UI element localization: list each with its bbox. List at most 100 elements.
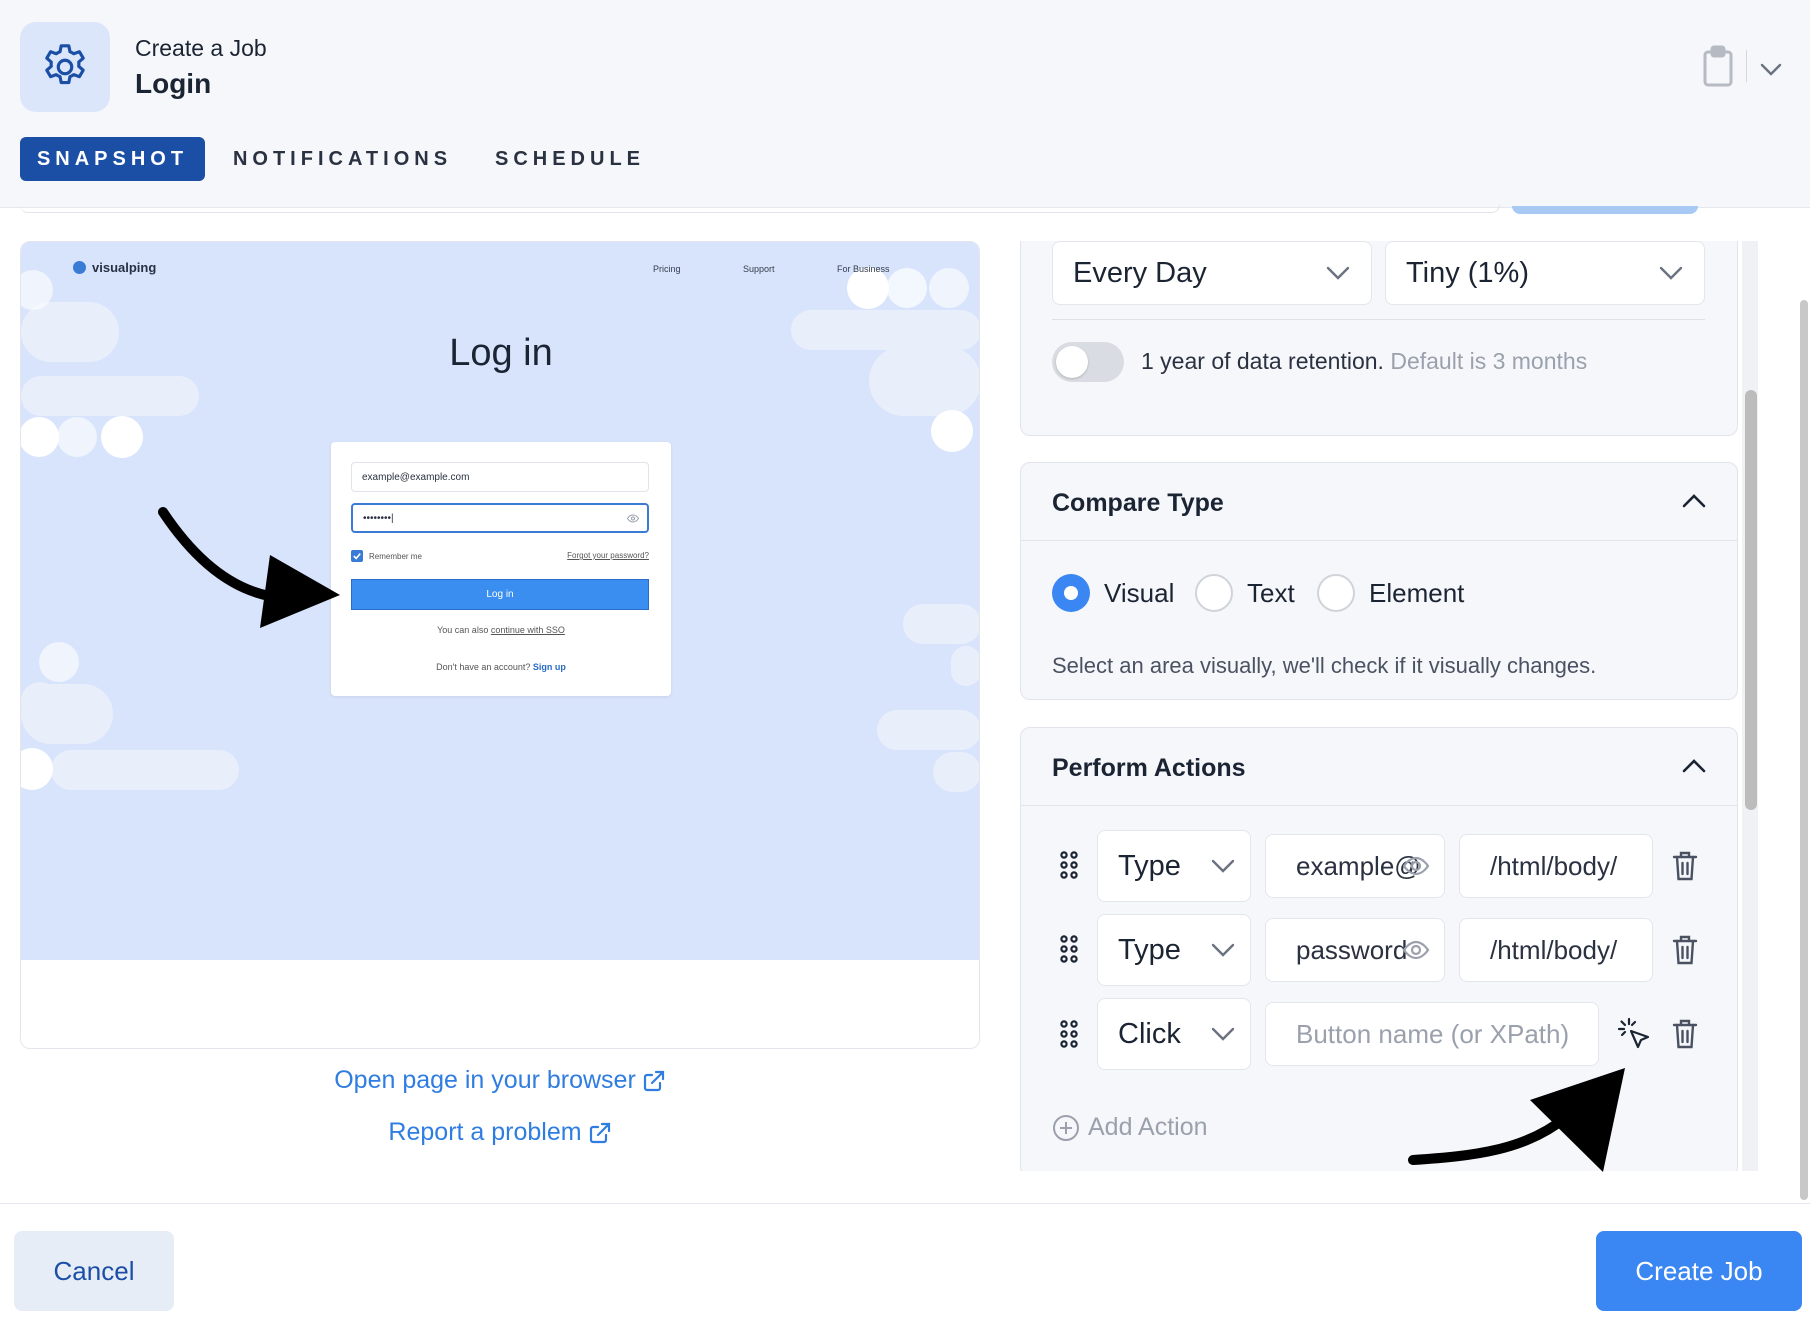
- create-job-button[interactable]: Create Job: [1596, 1231, 1802, 1311]
- action-value-input[interactable]: example@: [1265, 834, 1445, 898]
- compare-type-title: Compare Type: [1052, 489, 1224, 517]
- snapshot-preview[interactable]: visualping Pricing Support For Business …: [20, 241, 980, 1049]
- chevron-down-icon: [1211, 943, 1235, 957]
- preview-nav-pricing: Pricing: [653, 264, 681, 274]
- action-type-select[interactable]: Type: [1097, 830, 1251, 902]
- action-xpath-input[interactable]: /html/body/: [1459, 918, 1653, 982]
- button-edge: [1512, 206, 1698, 214]
- sensitivity-select[interactable]: Tiny (1%): [1385, 241, 1705, 305]
- cloud-dot: [21, 417, 59, 457]
- preview-password-value: ••••••••|: [363, 512, 394, 524]
- chevron-down-icon: [1760, 63, 1782, 76]
- cloud-dot: [39, 642, 79, 682]
- preview-signup-text: Don't have an account? Sign up: [331, 662, 671, 672]
- panel-scrollbar-thumb[interactable]: [1745, 390, 1757, 810]
- visualping-logo-icon: [73, 261, 86, 274]
- preview-login-button: Log in: [351, 579, 649, 610]
- element-picker-icon[interactable]: [1613, 1013, 1653, 1053]
- radio-unselected-icon: [1195, 574, 1233, 612]
- cancel-button[interactable]: Cancel: [14, 1231, 174, 1311]
- clipboard-button[interactable]: [1700, 44, 1736, 88]
- header-divider: [1746, 50, 1747, 82]
- page-scrollbar-thumb[interactable]: [1800, 300, 1808, 1200]
- cloud-shape: [51, 750, 239, 790]
- drag-handle-icon[interactable]: [1059, 1020, 1079, 1048]
- drag-handle-icon[interactable]: [1059, 935, 1079, 963]
- cloud-shape: [21, 684, 113, 744]
- settings-divider: [1052, 319, 1705, 320]
- action-button-name-input[interactable]: Button name (or XPath): [1265, 1002, 1599, 1066]
- tab-snapshot[interactable]: SNAPSHOT: [20, 137, 205, 181]
- trash-icon[interactable]: [1671, 934, 1699, 966]
- open-page-label: Open page in your browser: [334, 1066, 636, 1094]
- cloud-shape: [903, 604, 979, 644]
- trash-icon[interactable]: [1671, 850, 1699, 882]
- action-placeholder-text: Button name (or XPath): [1296, 1018, 1570, 1049]
- report-problem-label: Report a problem: [388, 1118, 582, 1146]
- external-link-icon: [589, 1122, 610, 1143]
- report-problem-link[interactable]: Report a problem: [20, 1118, 980, 1147]
- action-value-text: password: [1296, 934, 1408, 965]
- perform-actions-title: Perform Actions: [1052, 754, 1246, 782]
- preview-nav-business: For Business: [837, 264, 890, 274]
- action-xpath-text: /html/body/: [1490, 850, 1618, 881]
- preview-signup-link: Sign up: [532, 662, 566, 672]
- chevron-up-icon[interactable]: [1681, 756, 1707, 776]
- eye-icon[interactable]: [1402, 855, 1430, 877]
- compare-description: Select an area visually, we'll check if …: [1052, 653, 1597, 678]
- action-value-input[interactable]: password: [1265, 918, 1445, 982]
- preview-email-field: example@example.com: [351, 462, 649, 492]
- url-input-edge: [20, 205, 1500, 213]
- compare-element-option[interactable]: Element: [1317, 574, 1464, 612]
- action-xpath-input[interactable]: /html/body/: [1459, 834, 1653, 898]
- compare-text-label: Text: [1247, 577, 1295, 608]
- tab-schedule[interactable]: SCHEDULE: [490, 137, 650, 181]
- toggle-knob: [1056, 346, 1088, 378]
- cloud-dot: [57, 417, 97, 457]
- cloud-dot: [931, 410, 973, 452]
- annotation-arrow-left: [158, 507, 340, 628]
- preview-sso-prefix: You can also: [437, 625, 491, 635]
- chevron-down-icon: [1326, 266, 1350, 280]
- clipboard-icon: [1703, 45, 1733, 87]
- settings-panel[interactable]: Every Day Tiny (1%) 1 year of data reten…: [1020, 241, 1765, 1171]
- eye-icon[interactable]: [1402, 939, 1430, 961]
- header: Create a Job Login SNAPSHOT NOTIFICATION…: [0, 0, 1810, 208]
- chevron-down-icon: [1659, 266, 1683, 280]
- job-settings-button[interactable]: [20, 22, 110, 112]
- action-type-select[interactable]: Type: [1097, 914, 1251, 986]
- trash-icon[interactable]: [1671, 1018, 1699, 1050]
- plus-circle-icon: [1053, 1114, 1079, 1141]
- job-caption: Create a Job: [135, 35, 267, 61]
- cloud-dot: [929, 268, 969, 308]
- preview-nav-support: Support: [743, 264, 775, 274]
- preview-login-card: example@example.com ••••••••| Remember m…: [331, 442, 671, 696]
- add-action-label: Add Action: [1088, 1113, 1208, 1141]
- action-type-value: Type: [1118, 933, 1181, 966]
- compare-element-label: Element: [1369, 577, 1465, 608]
- preview-remember-me: Remember me: [351, 550, 422, 562]
- chevron-down-icon: [1211, 859, 1235, 873]
- tab-notifications[interactable]: NOTIFICATIONS: [225, 137, 460, 181]
- cloud-shape: [21, 376, 199, 416]
- preview-signup-prefix: Don't have an account?: [436, 662, 533, 672]
- action-type-value: Type: [1118, 849, 1181, 882]
- frequency-select[interactable]: Every Day: [1052, 241, 1372, 305]
- compare-visual-option[interactable]: Visual: [1052, 574, 1174, 612]
- open-page-link[interactable]: Open page in your browser: [20, 1066, 980, 1095]
- header-menu-toggle[interactable]: [1758, 56, 1784, 82]
- action-type-select[interactable]: Click: [1097, 998, 1251, 1070]
- section-divider: [1021, 805, 1737, 806]
- job-title[interactable]: Login: [135, 68, 211, 100]
- retention-toggle[interactable]: [1052, 342, 1124, 382]
- chevron-up-icon[interactable]: [1681, 491, 1707, 511]
- add-action-button[interactable]: Add Action: [1052, 1113, 1208, 1142]
- compare-text-option[interactable]: Text: [1195, 574, 1295, 612]
- preview-password-field: ••••••••|: [351, 503, 649, 533]
- preview-remember-label: Remember me: [369, 551, 422, 561]
- preview-sso-link: continue with SSO: [490, 625, 565, 635]
- gear-icon: [45, 44, 85, 85]
- visualping-logo: visualping: [73, 260, 156, 275]
- drag-handle-icon[interactable]: [1059, 851, 1079, 879]
- compare-type-panel: Compare Type Visual Text Element Select …: [1020, 462, 1738, 700]
